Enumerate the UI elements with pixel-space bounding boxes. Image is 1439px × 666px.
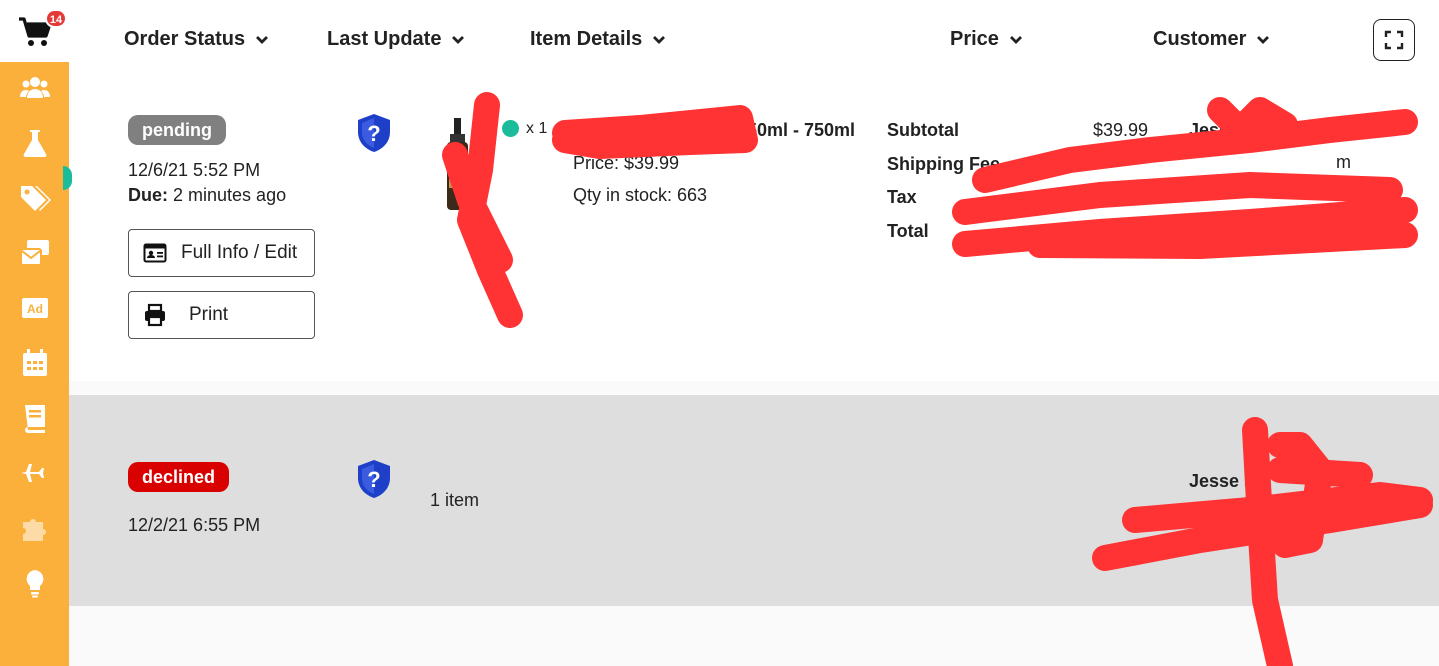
svg-text:?: ? xyxy=(367,467,380,492)
tags-icon[interactable] xyxy=(17,180,53,216)
lightbulb-icon[interactable] xyxy=(17,565,53,601)
due-value: 2 minutes ago xyxy=(173,185,287,205)
item-stock: Qty in stock: 663 xyxy=(573,185,708,205)
column-price[interactable]: Price xyxy=(950,28,1023,51)
customer-name[interactable]: Jesse s xyxy=(1189,471,1254,492)
due-label: Due: xyxy=(128,185,168,205)
id-card-icon xyxy=(143,243,167,263)
svg-text:?: ? xyxy=(367,121,380,146)
shield-question-icon[interactable]: ? xyxy=(355,113,393,153)
chevron-down-icon xyxy=(653,35,666,44)
customer-name[interactable]: Jess xyxy=(1189,120,1229,141)
order-row[interactable] xyxy=(69,395,1439,606)
sidebar-cart-tile[interactable]: 14 xyxy=(0,0,69,62)
item-count[interactable]: 1 item xyxy=(430,490,479,511)
cart-count-badge: 14 xyxy=(45,9,67,28)
plane-icon[interactable] xyxy=(17,455,53,491)
column-order-status[interactable]: Order Status xyxy=(124,28,269,51)
item-price: Price: $39.99 xyxy=(573,153,680,173)
chevron-down-icon xyxy=(452,35,465,44)
book-icon[interactable] xyxy=(17,400,53,436)
column-customer[interactable]: Customer xyxy=(1153,28,1270,51)
order-date: 12/6/21 5:52 PM xyxy=(128,160,261,180)
full-info-edit-button[interactable]: Full Info / Edit xyxy=(128,229,315,277)
button-label: Print xyxy=(189,304,229,325)
due-info: Due: 2 minutes ago xyxy=(128,185,286,206)
status-badge: pending xyxy=(128,115,226,145)
total-label: Total xyxy=(887,221,929,241)
chevron-down-icon xyxy=(256,35,269,44)
expand-icon xyxy=(1384,30,1404,50)
row-divider xyxy=(69,381,1439,395)
orders-table-header: Order Status Last Update Item Details Pr… xyxy=(69,0,1439,90)
puzzle-icon[interactable] xyxy=(17,510,53,546)
column-label: Customer xyxy=(1153,28,1247,50)
column-item-details[interactable]: Item Details xyxy=(530,28,666,51)
stock-status-dot xyxy=(502,120,519,137)
users-icon[interactable] xyxy=(17,70,53,106)
ad-icon[interactable]: Ad xyxy=(17,290,53,326)
item-qty: x 1 xyxy=(526,120,548,137)
fullscreen-button[interactable] xyxy=(1373,19,1415,61)
column-last-update[interactable]: Last Update xyxy=(327,28,465,51)
column-label: Last Update xyxy=(327,28,442,50)
printer-icon xyxy=(145,303,165,327)
shipping-fee-label: Shipping Fee xyxy=(887,154,1001,174)
mail-icon[interactable] xyxy=(17,235,53,271)
product-thumbnail[interactable] xyxy=(446,118,468,212)
tax-label: Tax xyxy=(887,187,917,207)
column-label: Order Status xyxy=(124,28,246,50)
shield-question-icon[interactable]: ? xyxy=(355,459,393,499)
chevron-down-icon xyxy=(1257,35,1270,44)
calendar-icon[interactable] xyxy=(17,345,53,381)
column-label: Item Details xyxy=(530,28,643,50)
customer-zip: 29073 xyxy=(1300,208,1351,228)
status-badge: declined xyxy=(128,462,230,492)
svg-text:Ad: Ad xyxy=(27,302,43,316)
flask-icon[interactable] xyxy=(17,125,53,161)
item-name[interactable]: 50ml - 750ml xyxy=(747,120,855,141)
button-label: Full Info / Edit xyxy=(181,242,298,263)
column-label: Price xyxy=(950,28,999,50)
chevron-down-icon xyxy=(1009,35,1022,44)
order-date: 12/2/21 6:55 PM xyxy=(128,515,261,535)
subtotal-value: $39.99 xyxy=(1093,120,1149,140)
print-button[interactable]: Print xyxy=(128,291,315,339)
customer-order-count[interactable]: (No Orde xyxy=(1292,120,1369,141)
subtotal-label: Subtotal xyxy=(887,120,959,140)
customer-email: m xyxy=(1336,152,1351,172)
sidebar: 14 Ad xyxy=(0,0,69,666)
